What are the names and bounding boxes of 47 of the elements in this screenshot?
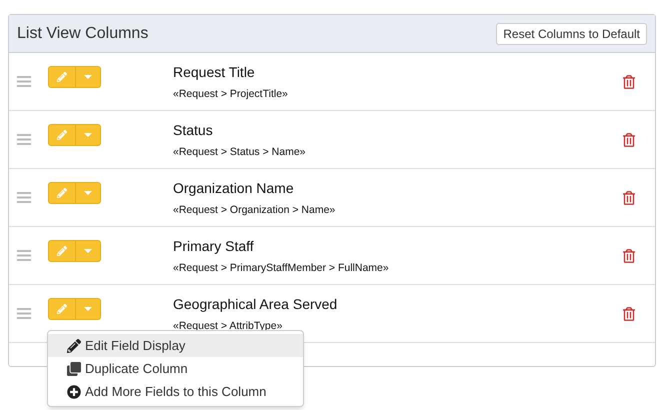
drag-handle-icon[interactable] [17, 134, 31, 145]
edit-button[interactable] [48, 240, 76, 262]
dropdown-button[interactable] [76, 182, 101, 204]
delete-icon[interactable] [623, 74, 635, 88]
drag-handle-icon[interactable] [17, 76, 31, 87]
caret-icon [84, 249, 92, 253]
column-title: Request Title [173, 63, 256, 81]
menu-item[interactable]: Duplicate Column [48, 357, 303, 380]
dropdown-button[interactable] [76, 240, 101, 262]
menu-item[interactable]: Add More Fields to this Column [48, 380, 303, 403]
column-title: Primary Staff [173, 237, 255, 255]
drag-handle-icon[interactable] [17, 192, 31, 203]
dropdown-button[interactable] [76, 298, 101, 320]
panel-title: List View Columns [17, 24, 148, 44]
edit-button[interactable] [48, 298, 76, 320]
delete-icon[interactable] [623, 248, 635, 262]
copy-icon [67, 362, 81, 376]
field-path: «Request > Status > Name» [173, 145, 306, 159]
edit-button[interactable] [48, 182, 76, 204]
caret-icon [84, 75, 92, 79]
caret-icon [84, 307, 92, 311]
column-title: Organization Name [173, 179, 295, 197]
reset-button[interactable]: Reset Columns to Default [496, 22, 647, 44]
pencil-icon [57, 188, 67, 198]
column-title: Status [173, 121, 214, 139]
delete-icon[interactable] [623, 132, 635, 146]
edit-button[interactable] [48, 66, 76, 88]
field-path: «Request > PrimaryStaffMember > FullName» [173, 261, 389, 275]
pencil-icon [57, 246, 67, 256]
dropdown-button[interactable] [76, 124, 101, 146]
delete-icon[interactable] [623, 190, 635, 204]
caret-icon [84, 191, 92, 195]
caret-icon [84, 133, 92, 137]
drag-handle-icon[interactable] [17, 308, 31, 319]
pencil-icon [57, 304, 67, 314]
field-path: «Request > Organization > Name» [173, 203, 336, 217]
pencil-icon [57, 130, 67, 140]
drag-handle-icon[interactable] [17, 250, 31, 261]
column-title: Geographical Area Served [173, 295, 338, 313]
menu-item[interactable]: Edit Field Display [48, 334, 303, 357]
field-path: «Request > AttribType» [173, 319, 284, 333]
edit-button[interactable] [48, 124, 76, 146]
dropdown-button[interactable] [76, 66, 101, 88]
pencil-icon [57, 72, 67, 82]
pencil-icon [67, 338, 81, 352]
field-path: «Request > ProjectTitle» [173, 87, 288, 101]
delete-icon[interactable] [623, 306, 635, 320]
